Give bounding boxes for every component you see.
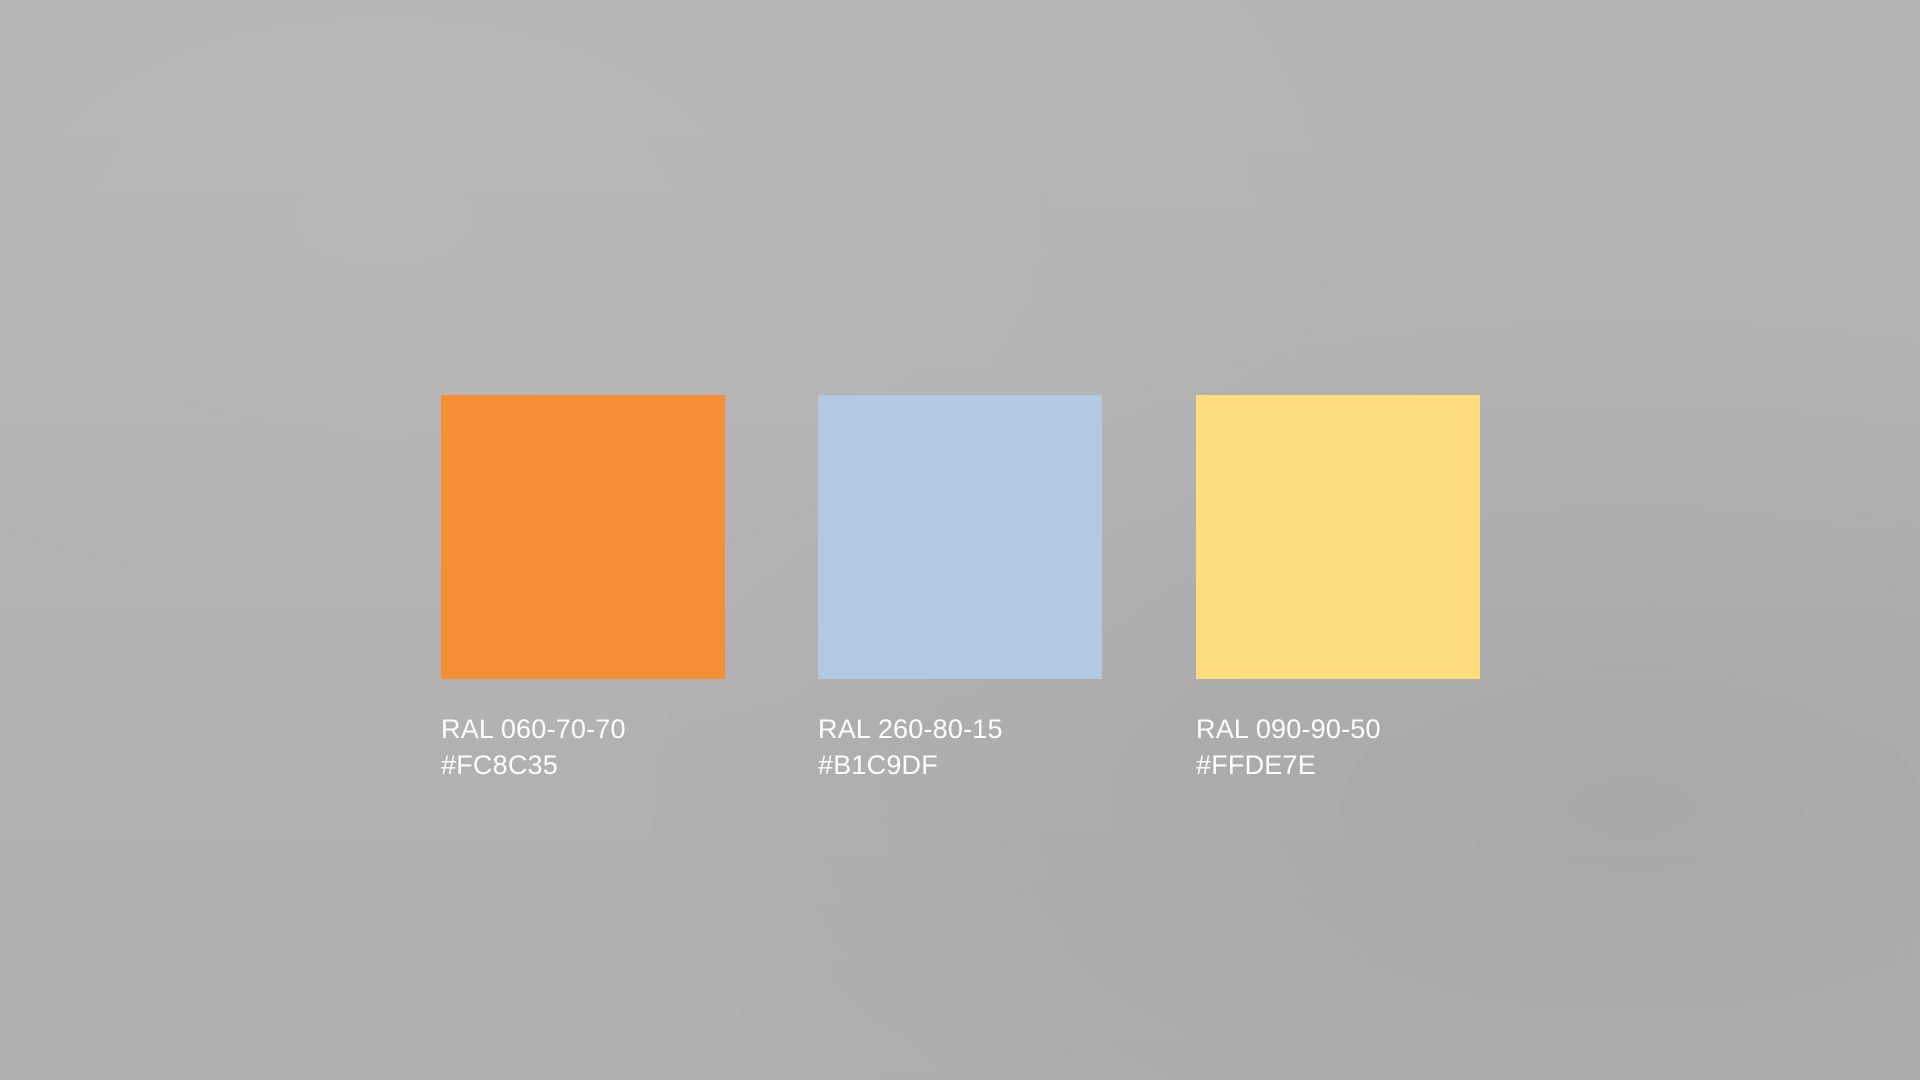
ral-code-label: RAL 090-90-50 xyxy=(1196,714,1381,744)
color-swatch-card-blue: RAL 260-80-15 #B1C9DF xyxy=(818,395,1103,783)
color-swatch-card-orange: RAL 060-70-70 #FC8C35 xyxy=(441,395,726,783)
color-swatch-yellow xyxy=(1196,395,1480,679)
swatch-labels: RAL 260-80-15 #B1C9DF xyxy=(818,711,1103,783)
ral-code-label: RAL 260-80-15 xyxy=(818,714,1003,744)
color-swatch-card-yellow: RAL 090-90-50 #FFDE7E xyxy=(1196,395,1481,783)
color-swatch-orange xyxy=(441,395,725,679)
hex-code-label: #FFDE7E xyxy=(1196,750,1316,780)
ral-code-label: RAL 060-70-70 xyxy=(441,714,626,744)
swatch-labels: RAL 060-70-70 #FC8C35 xyxy=(441,711,726,783)
swatch-labels: RAL 090-90-50 #FFDE7E xyxy=(1196,711,1481,783)
color-swatch-blue xyxy=(818,395,1102,679)
hex-code-label: #B1C9DF xyxy=(818,750,938,780)
hex-code-label: #FC8C35 xyxy=(441,750,558,780)
